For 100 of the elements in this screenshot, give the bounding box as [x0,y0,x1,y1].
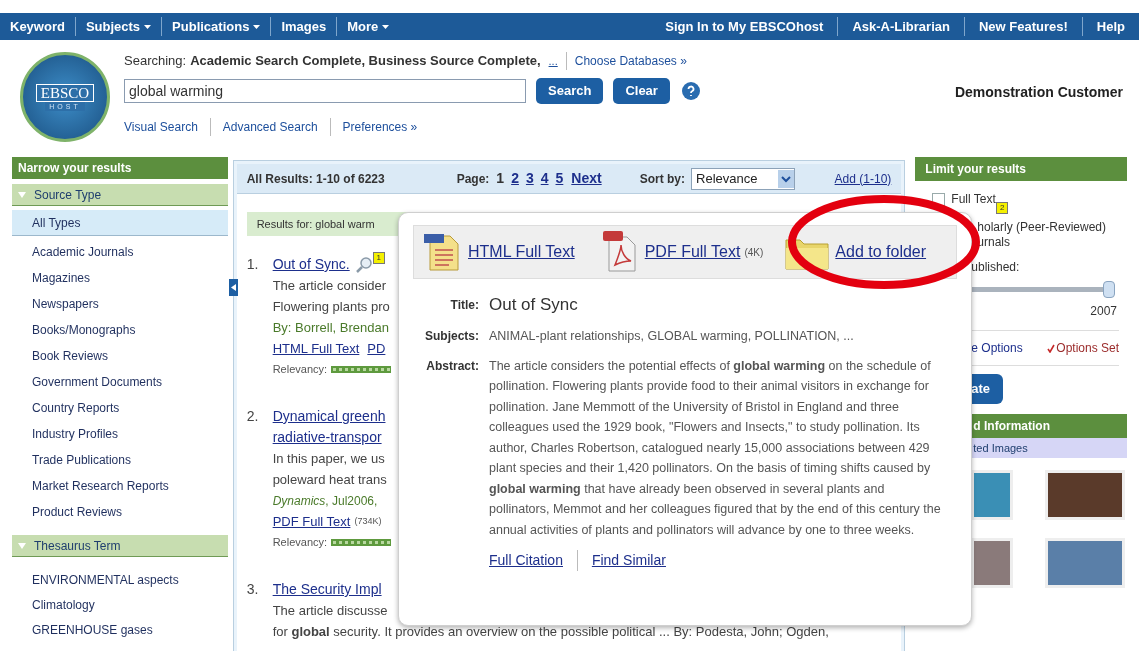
result-title-link[interactable]: Out of Sync. [272,254,350,275]
preview-footer-link[interactable]: Find Similar [591,550,666,571]
magnifier-icon[interactable] [355,256,372,273]
next-page-link[interactable]: Next [571,168,602,189]
filter-item[interactable]: Book Reviews [12,343,228,369]
result-snippet: The article discusse [272,601,388,620]
html-document-icon [424,232,462,272]
group-header[interactable]: Source Type [12,184,228,206]
pdf-document-icon [600,231,639,273]
search-field[interactable]: global warming [124,79,526,103]
filter-item[interactable]: Magazines [12,265,228,291]
user-name: Demonstration Customer [954,84,1123,100]
relevancy-meter-icon [331,366,392,373]
file-size: (734K) [354,514,382,528]
search-option-link[interactable]: Advanced Search [222,118,331,136]
search-option-link[interactable]: Visual Search [124,118,211,136]
search-button[interactable]: Search [536,78,604,104]
nav-link[interactable]: Subjects [75,16,163,37]
filter-item[interactable]: Industry Profiles [12,421,228,447]
page-link[interactable]: 5 [555,168,564,189]
checkbox-label: holarly (Peer-Reviewed) [977,220,1107,235]
nav-link[interactable]: Help [1082,16,1139,37]
preview-link[interactable]: HTML Full Text [468,240,575,264]
field-value: ANIMAL-plant relationships, GLOBAL warming, POLLINATION, ... [489,328,855,345]
filter-item[interactable]: Climatology [12,592,228,617]
collapse-panel-button[interactable] [229,279,238,296]
filter-item[interactable]: Market Research Reports [12,473,228,499]
result-title-link[interactable]: radiative-transpor [272,427,382,448]
photo-placeholder[interactable] [971,538,1014,588]
article-title: Out of Sync [489,294,578,316]
preview-link[interactable]: PDF Full Text [644,240,741,264]
preview-footer-link[interactable]: Full Citation [489,550,578,571]
searching-label: Searching: [124,52,187,71]
sort-label: Sort by: [639,170,685,188]
nav-link[interactable]: Publications [162,16,272,37]
result-snippet: Flowering plants pro [272,297,390,316]
filter-item[interactable]: ENVIRONMENTAL aspects [12,567,228,592]
page-link[interactable]: 1 [496,168,505,189]
caret-icon [253,24,261,29]
page-link[interactable]: 3 [525,168,534,189]
relevancy-meter-icon [331,539,392,546]
nav-link[interactable]: Keyword [0,16,76,37]
database-list: Academic Search Complete, Business Source Complete, [190,51,541,71]
result-snippet: for global security. It provides an overview on the possible political ... By: Podesta, John; Ogden, [272,622,829,641]
relevancy-label: Relevancy: [272,535,328,551]
number-badge: 2 [996,202,1009,214]
photo-placeholder[interactable] [971,470,1014,520]
caret-down-icon [18,541,26,550]
result-number: 1. [246,255,260,274]
photo-placeholder[interactable] [1045,470,1126,520]
arrow-left-icon [231,284,236,291]
filter-item[interactable]: Product Reviews [12,499,228,525]
result-number: 3. [246,580,260,599]
logo-text: EBSCO [35,83,95,102]
results-count: All Results: 1-10 of 6223 [246,170,386,188]
field-label: Subjects: [424,328,479,345]
filter-item[interactable]: GREENHOUSE gases [12,617,228,642]
filter-item[interactable]: All Types [12,210,228,236]
slider-thumb[interactable] [1103,281,1115,298]
full-text-link[interactable]: PDF Full Text [272,511,351,532]
panel-header: Narrow your results [12,157,228,179]
result-title-link[interactable]: Dynamical greenh [272,406,386,427]
caret-icon [382,24,390,29]
options-link[interactable]: e Options [971,339,1023,357]
filter-item[interactable]: Government Documents [12,369,228,395]
nav-link[interactable]: More [337,16,400,37]
filter-item[interactable]: Country Reports [12,395,228,421]
page-link[interactable]: 2 [511,168,519,189]
more-databases-link[interactable]: ... [548,52,558,70]
result-snippet: The article consider [272,276,387,295]
nav-link[interactable]: New Features! [964,16,1083,37]
preview-link[interactable]: Add to folder [835,240,927,264]
clear-button[interactable]: Clear [613,78,670,104]
caret-down-icon [18,190,26,199]
sort-dropdown[interactable]: Relevance [691,167,795,190]
filter-item[interactable]: Trade Publications [12,447,228,473]
search-option-link[interactable]: Preferences » [342,118,430,136]
nav-link[interactable]: Sign In to My EBSCOhost [651,16,839,37]
choose-databases-link[interactable]: Choose Databases » [565,52,687,70]
filter-item[interactable]: Newspapers [12,291,228,317]
check-icon [1047,343,1056,353]
update-button[interactable]: ate [971,374,1004,404]
add-to-folder-link[interactable]: Add (1-10) [834,169,892,188]
result-authors: By: Borrell, Brendan [272,318,389,337]
year-value: 2007 [1090,303,1117,320]
nav-link[interactable]: Ask-A-Librarian [838,16,965,37]
filter-item[interactable]: Books/Monographs [12,317,228,343]
nav-link[interactable]: Images [271,16,338,37]
result-number: 2. [246,407,260,426]
field-label: Title: [449,297,479,314]
filter-item[interactable]: Academic Journals [12,239,228,265]
page-link[interactable]: 4 [540,168,549,189]
panel-header: Limit your results [915,157,1127,181]
result-title-link[interactable]: The Security Impl [272,579,382,600]
full-text-link[interactable]: HTML Full Text [272,338,360,359]
help-icon[interactable] [681,82,700,100]
group-header[interactable]: Thesaurus Term [12,535,228,557]
full-text-link[interactable]: PD [367,338,386,359]
result-snippet: In this paper, we us [272,449,385,468]
options-set-label: Options Set [1056,340,1119,357]
